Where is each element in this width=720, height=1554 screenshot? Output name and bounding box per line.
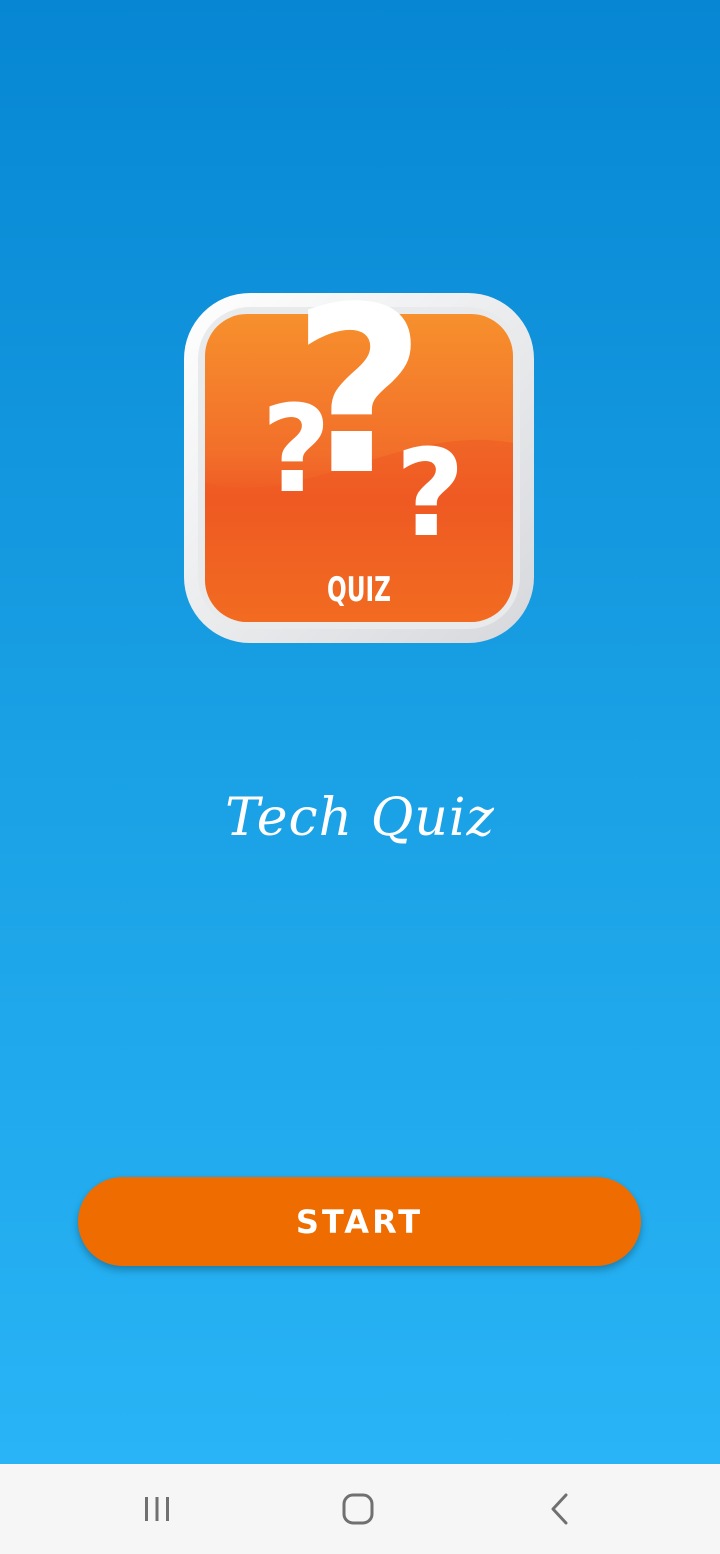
- home-button[interactable]: [328, 1484, 388, 1534]
- recents-button[interactable]: [127, 1484, 187, 1534]
- logo-label: QUIZ: [327, 570, 391, 610]
- start-button[interactable]: START: [78, 1177, 641, 1266]
- small-question-mark-right: ?: [395, 425, 465, 564]
- home-icon: [342, 1493, 374, 1525]
- navigation-bar: [0, 1464, 720, 1554]
- app-background: ? ? ? QUIZ Tech Quiz START: [0, 0, 720, 1464]
- small-question-mark-left: ?: [261, 381, 331, 520]
- back-button[interactable]: [530, 1484, 590, 1534]
- back-icon: [551, 1493, 568, 1525]
- app-title: Tech Quiz: [225, 788, 495, 848]
- recents-icon: [145, 1497, 169, 1521]
- screen: ? ? ? QUIZ Tech Quiz START: [0, 0, 720, 1554]
- quiz-logo: ? ? ? QUIZ: [184, 293, 534, 643]
